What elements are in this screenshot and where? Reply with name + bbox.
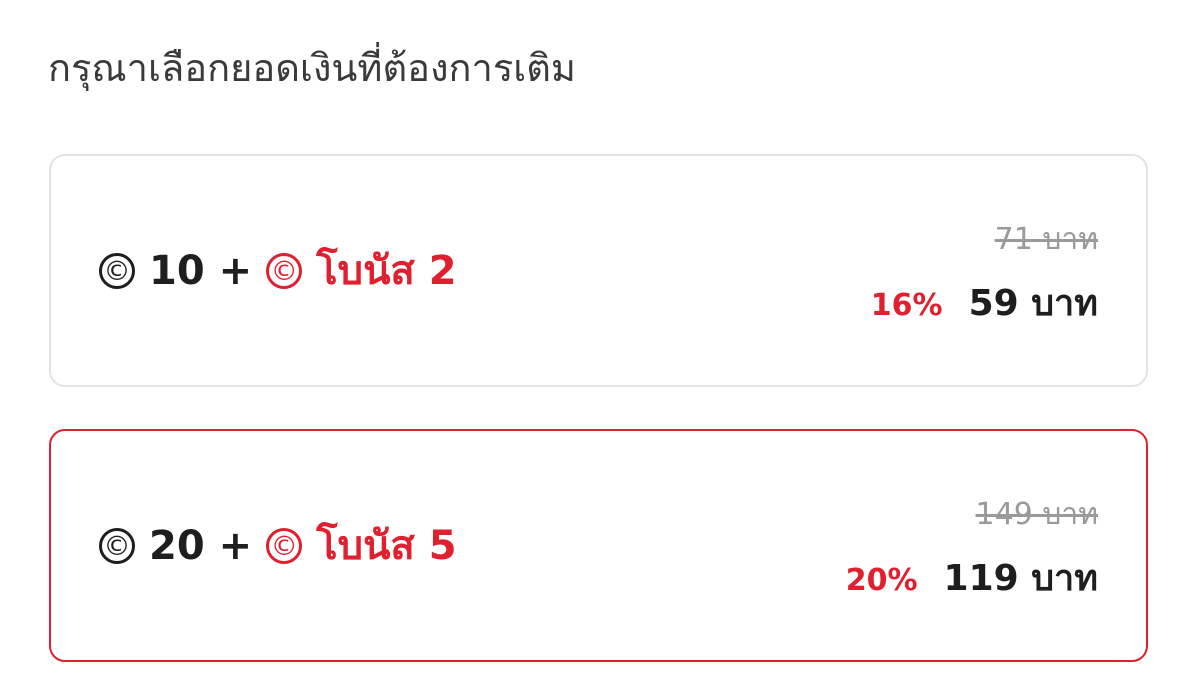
- coin-icon: ©: [99, 252, 135, 289]
- discount-badge: 16%: [870, 288, 943, 323]
- sale-price: 59 บาท: [968, 283, 1098, 324]
- package-option-10[interactable]: © 10 + © โบนัส 2 71 บาท 16% 59 บาท: [49, 154, 1148, 387]
- bonus-label: โบนัส 5: [316, 522, 457, 569]
- price-block: 71 บาท 16% 59 บาท: [871, 220, 1098, 331]
- topup-page: กรุณาเลือกยอดเงินที่ต้องการเติม © 10 + ©…: [0, 0, 1200, 690]
- coin-amount: 10: [149, 247, 205, 294]
- original-price: 149 บาท: [975, 497, 1098, 532]
- bonus-coin-icon: ©: [266, 527, 303, 564]
- package-option-20[interactable]: © 20 + © โบนัส 5 149 บาท 20% 119 บาท: [49, 429, 1148, 662]
- coin-amount: 20: [149, 522, 205, 569]
- coin-amount-row: © 10 + © โบนัส 2: [99, 247, 457, 295]
- bonus-coin-icon: ©: [266, 252, 303, 289]
- bonus-label: โบนัส 2: [316, 247, 457, 294]
- coin-icon: ©: [99, 527, 135, 564]
- discount-badge: 20%: [845, 563, 918, 598]
- coin-amount-row: © 20 + © โบนัส 5: [99, 522, 457, 570]
- price-block: 149 บาท 20% 119 บาท: [846, 495, 1098, 606]
- price-line: 16% 59 บาท: [871, 274, 1098, 331]
- plus-sign: +: [218, 247, 253, 294]
- original-price: 71 บาท: [994, 222, 1098, 257]
- plus-sign: +: [218, 522, 253, 569]
- sale-price: 119 บาท: [943, 558, 1098, 599]
- price-line: 20% 119 บาท: [846, 549, 1098, 606]
- page-title: กรุณาเลือกยอดเงินที่ต้องการเติม: [48, 46, 576, 90]
